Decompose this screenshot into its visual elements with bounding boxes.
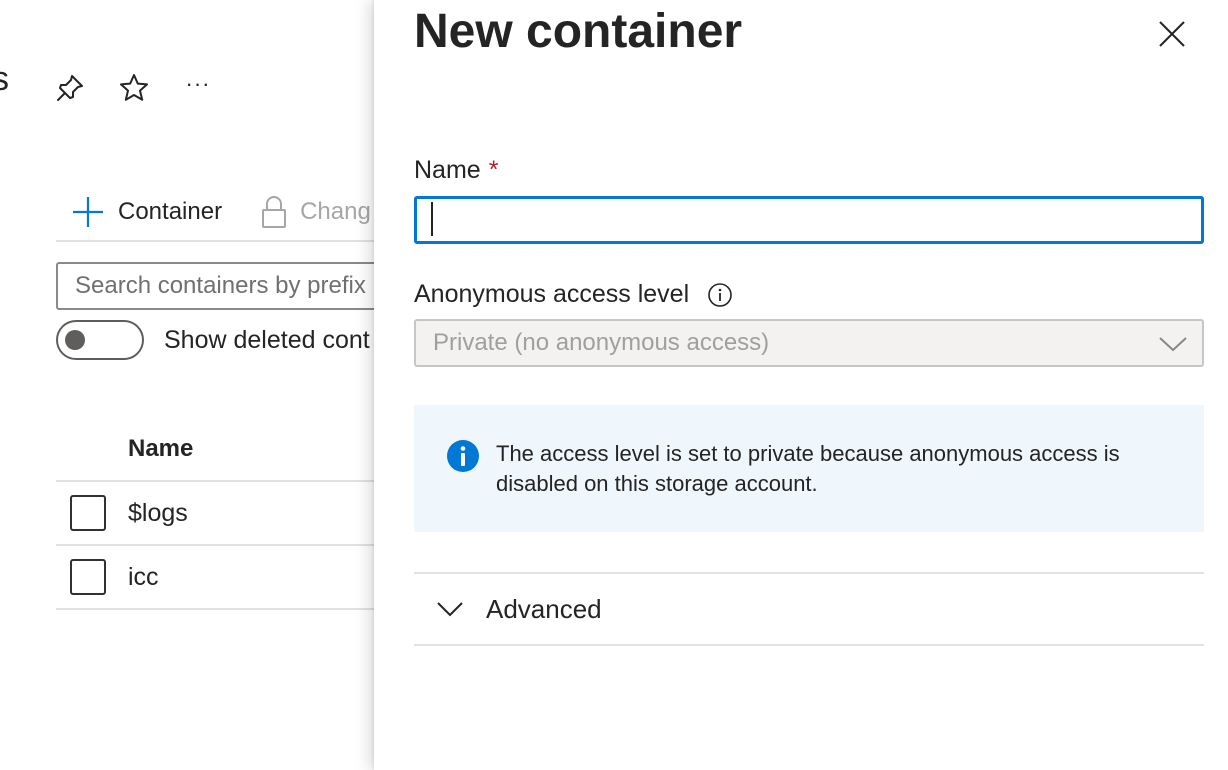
toolbar-divider [56,240,376,242]
container-name-input[interactable] [414,196,1204,244]
toggle-knob [65,330,85,350]
change-access-level-label: Chang [300,198,371,225]
add-container-label: Container [118,198,223,225]
access-level-label: Anonymous access level [414,280,733,309]
container-name-link[interactable]: icc [128,563,159,592]
text-cursor [431,202,433,236]
name-field-label: Name * [414,156,498,185]
lock-icon [256,194,292,230]
close-button[interactable] [1152,14,1192,54]
advanced-label: Advanced [486,593,602,624]
chevron-down-icon [1158,331,1188,360]
info-filled-icon [446,439,480,478]
more-icon[interactable]: ··· [182,68,214,100]
containers-table: Name $logs icc [56,418,376,610]
storage-containers-page: s ··· Container Chang Search containers … [0,0,376,770]
plus-icon [70,194,106,230]
row-checkbox[interactable] [70,559,106,595]
column-header-name[interactable]: Name [128,435,193,463]
name-label-text: Name [414,156,481,184]
show-deleted-label: Show deleted cont [164,325,370,354]
star-icon[interactable] [118,72,150,104]
info-message-text: The access level is set to private becau… [496,441,1120,496]
toolbar: Container Chang [56,184,376,240]
access-level-label-text: Anonymous access level [414,280,690,308]
access-level-value: Private (no anonymous access) [433,329,770,356]
advanced-section-toggle[interactable]: Advanced [414,572,1204,646]
pin-icon[interactable] [54,72,86,104]
panel-title: New container [414,5,743,58]
table-row[interactable]: icc [56,546,376,610]
access-level-dropdown[interactable]: Private (no anonymous access) [414,319,1204,367]
close-icon [1159,21,1185,47]
required-mark: * [488,156,499,184]
header-actions: ··· [54,72,214,104]
new-container-panel: New container Name * Anonymous access le… [374,0,1228,770]
table-row[interactable]: $logs [56,482,376,546]
chevron-down-icon [436,595,464,623]
show-deleted-row: Show deleted cont [56,320,370,360]
search-containers-input[interactable]: Search containers by prefix [56,262,376,310]
add-container-button[interactable]: Container [56,190,222,234]
change-access-level-button[interactable]: Chang [256,190,371,234]
container-name-link[interactable]: $logs [128,499,188,528]
info-icon[interactable] [707,282,733,308]
info-message-bar: The access level is set to private becau… [414,405,1204,532]
show-deleted-toggle[interactable] [56,320,144,360]
table-header: Name [56,418,376,482]
page-title-fragment: s [0,60,9,98]
row-checkbox[interactable] [70,495,106,531]
